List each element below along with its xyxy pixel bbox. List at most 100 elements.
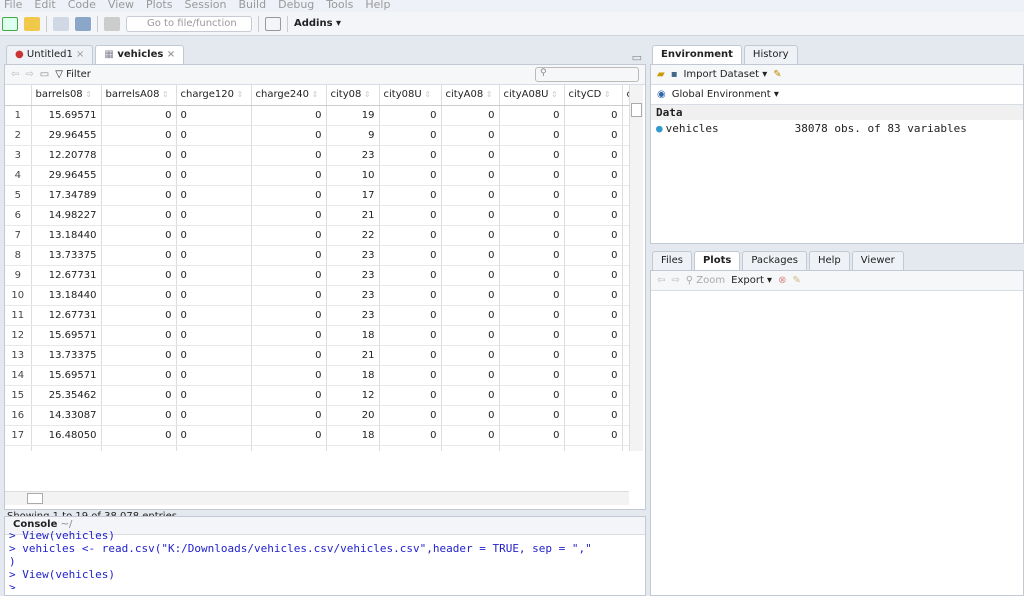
tab-vehicles[interactable]: ▦ vehicles × [95,45,185,64]
save-workspace-icon[interactable]: ▪ [671,69,678,80]
vertical-scrollbar[interactable] [629,85,643,451]
row-number: 1 [5,105,32,126]
pane-layout-icon[interactable] [265,16,281,31]
column-header[interactable]: barrels08 ⇕ [31,85,102,106]
new-file-icon[interactable] [2,16,18,31]
filter-button[interactable]: ▽ Filter [55,69,91,80]
tab-packages[interactable]: Packages [742,251,807,270]
menu-view[interactable]: View [104,0,142,12]
menu-code[interactable]: Code [64,0,104,12]
table-row[interactable]: 7 13.18440 0 0 0 22 0 0 0 0 [5,225,629,246]
table-cell: 0 [499,225,565,246]
table-row[interactable]: 2 29.96455 0 0 0 9 0 0 0 0 [5,125,629,146]
open-folder-icon[interactable] [24,16,40,31]
menu-session[interactable]: Session [180,0,234,12]
save-all-icon[interactable] [75,16,91,31]
table-cell: 0 [176,185,252,206]
table-row[interactable]: 4 29.96455 0 0 0 10 0 0 0 0 [5,165,629,186]
table-row[interactable]: 14 15.69571 0 0 0 18 0 0 0 0 [5,365,629,386]
table-row[interactable]: 5 17.34789 0 0 0 17 0 0 0 0 [5,185,629,206]
table-row[interactable]: 17 16.48050 0 0 0 18 0 0 0 0 [5,425,629,446]
column-label: barrels08 [35,89,83,101]
goto-file-input[interactable]: Go to file/function [126,15,252,32]
menu-build[interactable]: Build [234,0,274,12]
console-output[interactable]: > View(vehicles) > vehicles <- read.csv("… [5,529,645,589]
menu-help[interactable]: Help [361,0,398,12]
row-number: 15 [5,385,32,406]
minimize-icon[interactable]: ▭ [632,51,642,64]
table-row[interactable]: 12 15.69571 0 0 0 18 0 0 0 0 [5,325,629,346]
column-header[interactable]: charge120 ⇕ [176,85,252,106]
broom-icon[interactable]: ✎ [792,275,800,286]
tab-help[interactable]: Help [808,251,850,270]
sort-icon[interactable]: ⇕ [361,90,371,99]
print-icon[interactable] [104,16,120,31]
column-header[interactable]: city ⇕ [622,85,629,106]
column-header[interactable]: charge240 ⇕ [251,85,327,106]
table-cell: 0 [564,185,623,206]
sort-icon[interactable]: ⇕ [234,90,244,99]
sort-icon[interactable]: ⇕ [309,90,319,99]
table-row[interactable]: 13 13.73375 0 0 0 21 0 0 0 0 [5,345,629,366]
close-icon[interactable]: × [76,49,84,60]
sort-icon[interactable]: ⇕ [483,90,493,99]
addins-menu[interactable]: Addins ▾ [294,18,341,29]
back-icon[interactable]: ⇦ [11,69,19,80]
table-row[interactable]: 9 12.67731 0 0 0 23 0 0 0 0 [5,265,629,286]
table-row[interactable]: 10 13.18440 0 0 0 23 0 0 0 0 [5,285,629,306]
table-cell: 21 [326,345,380,366]
horizontal-scrollbar[interactable] [5,491,629,505]
back-icon[interactable]: ⇦ [657,275,665,286]
menu-tools[interactable]: Tools [322,0,361,12]
table-row[interactable]: 6 14.98227 0 0 0 21 0 0 0 0 [5,205,629,226]
menu-file[interactable]: File [0,0,30,12]
table-cell: 12.67731 [31,305,102,326]
column-header[interactable]: cityCD ⇕ [564,85,623,106]
table-cell: 0 [499,125,565,146]
menu-debug[interactable]: Debug [274,0,322,12]
column-header[interactable]: barrelsA08 ⇕ [101,85,177,106]
search-input[interactable]: ⚲ [535,67,639,82]
tab-history[interactable]: History [743,45,798,64]
export-button[interactable]: Export ▾ [731,275,772,286]
menu-edit[interactable]: Edit [30,0,63,12]
tab-untitled1[interactable]: ● Untitled1 × [6,45,94,64]
remove-plot-icon[interactable]: ⊗ [778,275,786,286]
table-row[interactable]: 11 12.67731 0 0 0 23 0 0 0 0 [5,305,629,326]
table-row[interactable]: 3 12.20778 0 0 0 23 0 0 0 0 [5,145,629,166]
load-workspace-icon[interactable]: ▰ [657,69,665,80]
sort-icon[interactable]: ⇕ [160,90,169,99]
save-icon[interactable] [53,16,69,31]
broom-icon[interactable]: ✎ [773,69,781,80]
sort-icon[interactable]: ⇕ [601,90,611,99]
console-pane: Console ~/ > View(vehicles) > vehicles <-… [4,516,646,596]
table-row[interactable]: 1 15.69571 0 0 0 19 0 0 0 0 [5,105,629,126]
menu-plots[interactable]: Plots [142,0,180,12]
sort-icon[interactable]: ⇕ [549,90,558,99]
environment-scope[interactable]: ◉ Global Environment ▾ [651,85,1023,105]
table-row[interactable]: 16 14.33087 0 0 0 20 0 0 0 0 [5,405,629,426]
sort-icon[interactable]: ⇕ [83,90,92,99]
console-line: ) [9,555,16,568]
forward-icon[interactable]: ⇨ [25,69,33,80]
tab-plots[interactable]: Plots [693,251,741,270]
column-header[interactable]: city08 ⇕ [326,85,380,106]
sort-icon[interactable]: ⇕ [422,90,431,99]
column-header[interactable]: cityA08 ⇕ [441,85,500,106]
tab-environment[interactable]: Environment [652,45,742,64]
popout-icon[interactable]: ▭ [40,69,49,80]
zoom-button[interactable]: ⚲ Zoom [686,275,725,286]
tab-files[interactable]: Files [652,251,692,270]
column-header[interactable]: city08U ⇕ [379,85,442,106]
import-dataset-button[interactable]: Import Dataset ▾ [683,69,767,80]
env-item-vehicles[interactable]: ● vehicles 38078 obs. of 83 variables [651,120,1023,137]
table-cell: 13.73375 [31,245,102,266]
expand-icon[interactable]: ● [656,122,663,135]
close-icon[interactable]: × [167,49,175,60]
tab-viewer[interactable]: Viewer [851,251,904,270]
table-row[interactable]: 15 25.35462 0 0 0 12 0 0 0 0 [5,385,629,406]
forward-icon[interactable]: ⇨ [671,275,679,286]
table-row[interactable]: 1815.69571000190000 [5,445,629,451]
column-header[interactable]: cityA08U ⇕ [499,85,565,106]
table-row[interactable]: 8 13.73375 0 0 0 23 0 0 0 0 [5,245,629,266]
